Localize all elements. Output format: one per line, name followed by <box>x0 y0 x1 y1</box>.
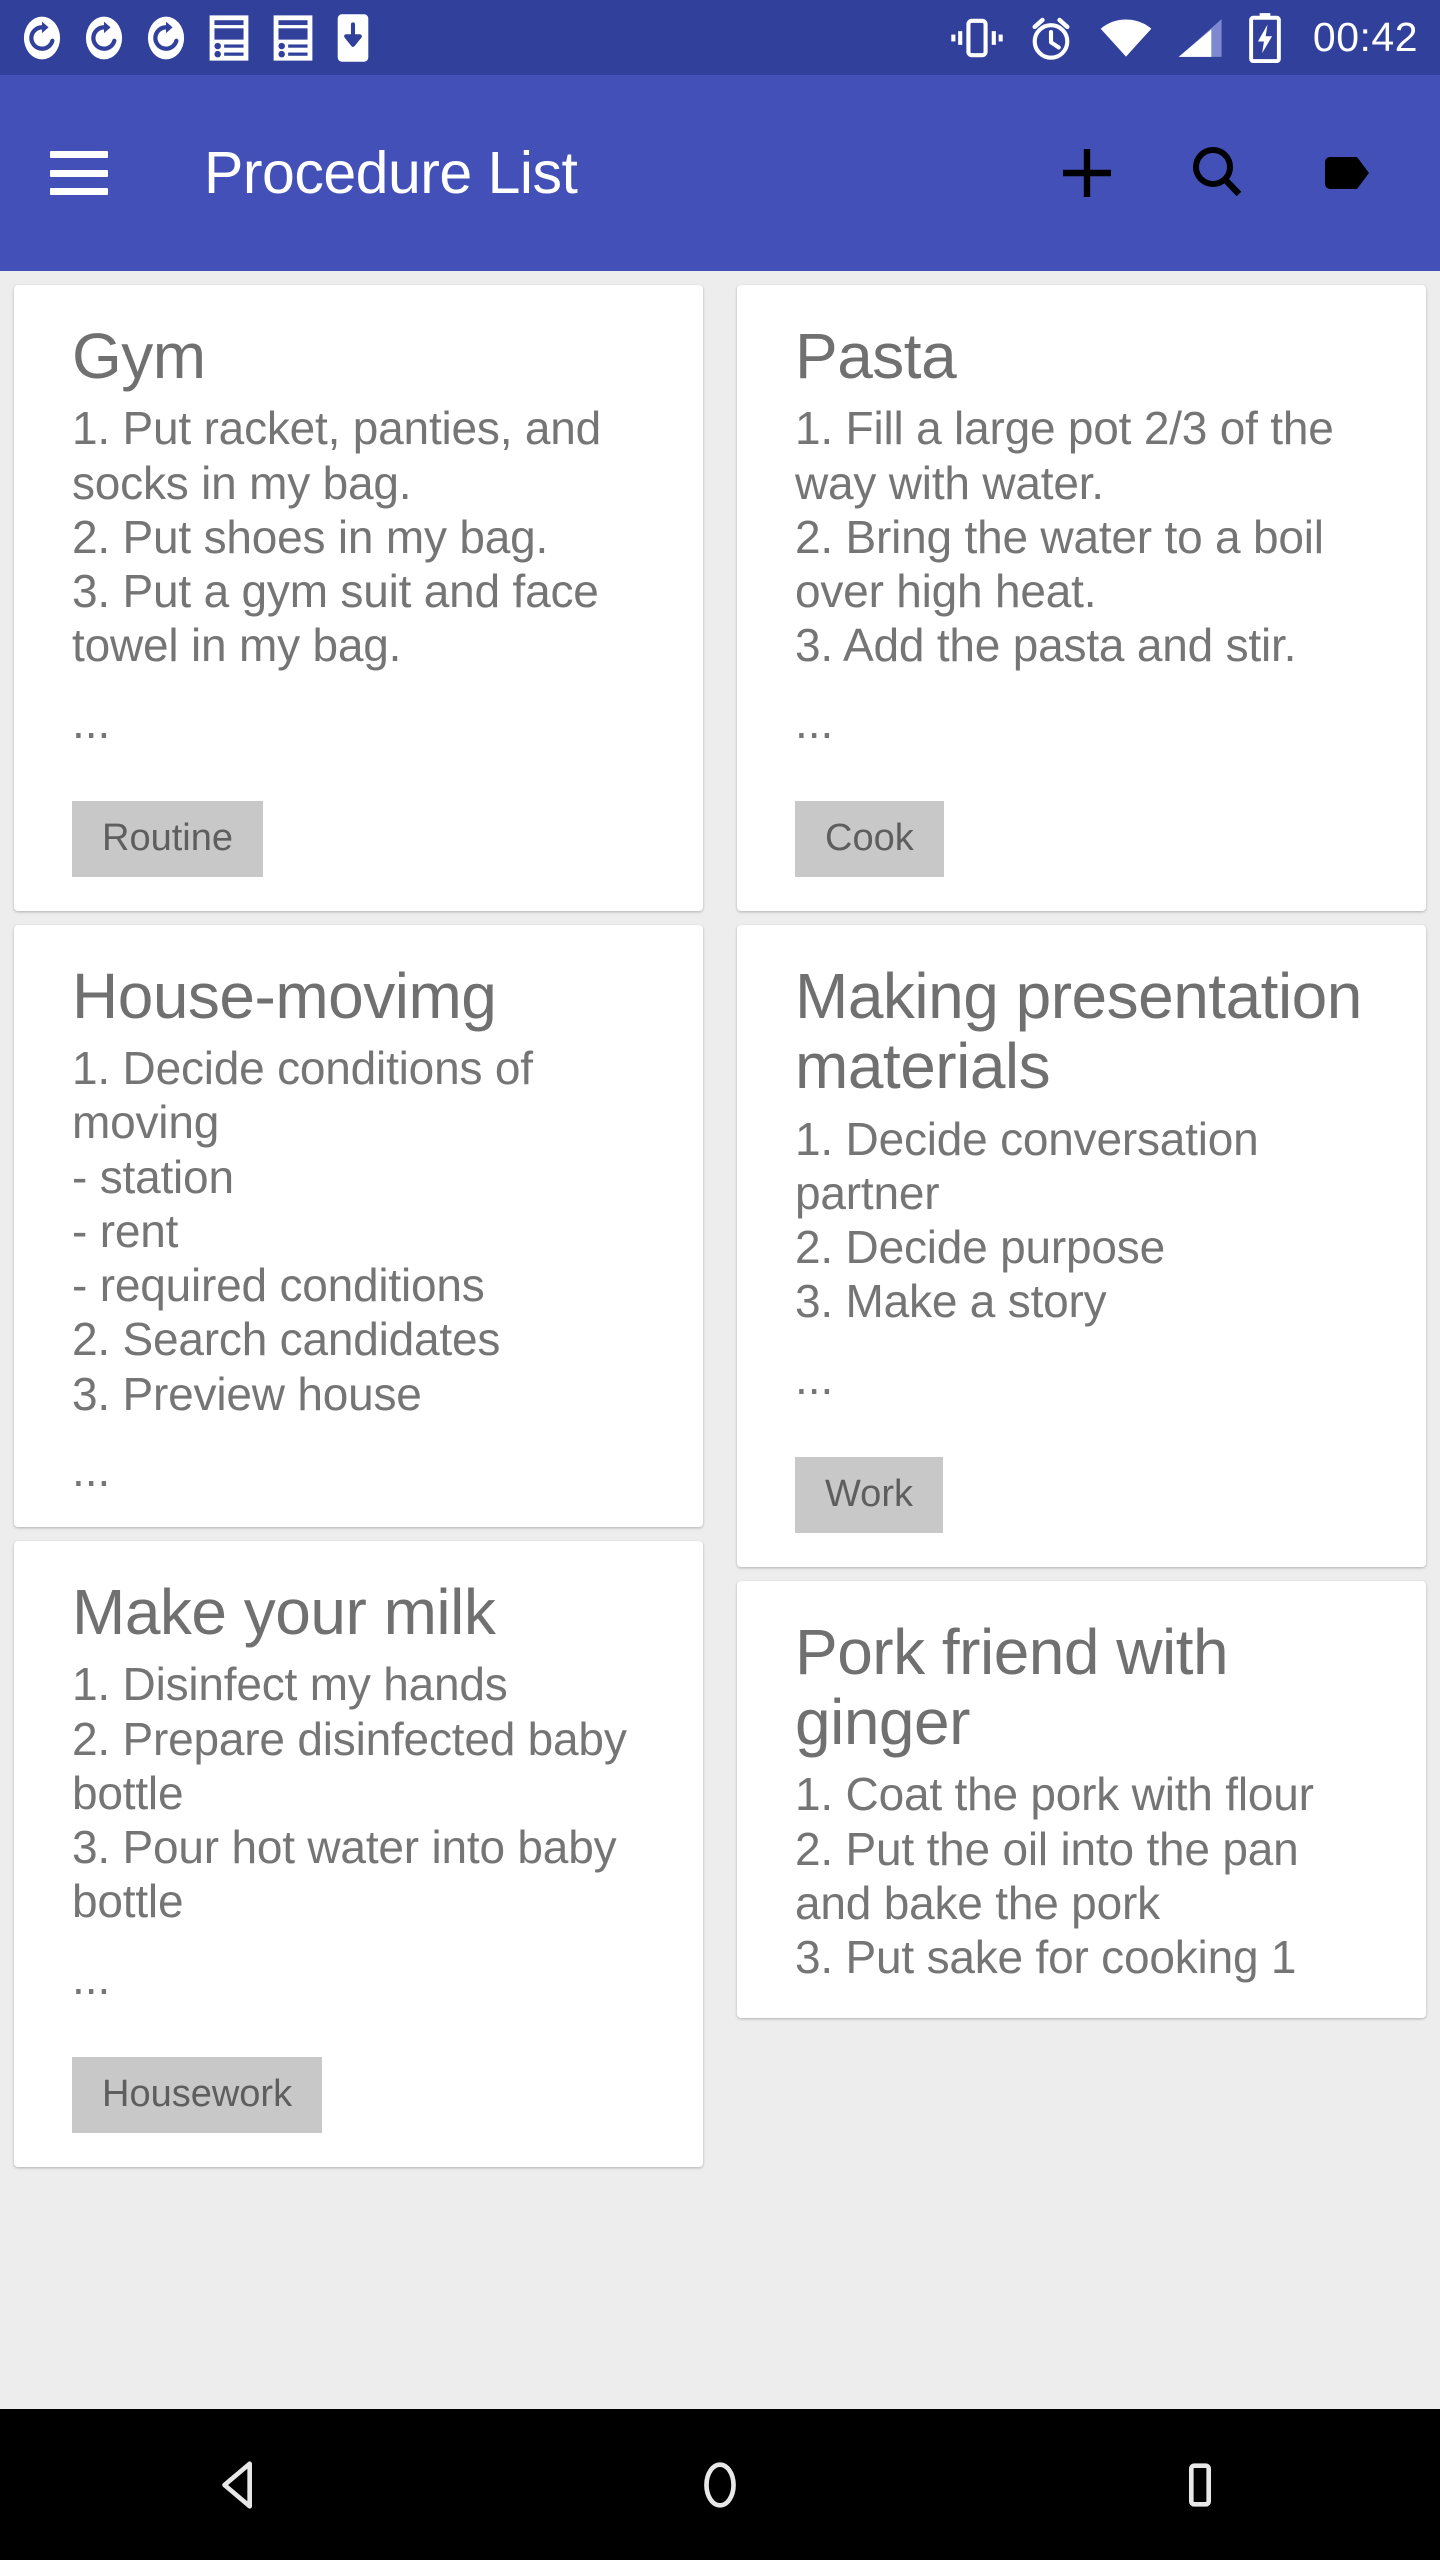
card-tag-row: Work <box>795 1456 1368 1533</box>
card-title: Make your milk <box>72 1575 496 1648</box>
app-bar: Procedure List <box>0 75 1440 271</box>
status-bar: 00:42 <box>0 0 1440 75</box>
alarm-clock-icon <box>1032 17 1070 60</box>
status-clock: 00:42 <box>1312 14 1418 60</box>
card-ellipsis: ... <box>72 1443 111 1496</box>
card-title: Gym <box>72 320 206 392</box>
card-steps: 1. Fill a large pot 2/3 of the way with … <box>795 402 1334 672</box>
nav-recents-button[interactable] <box>1100 2409 1300 2560</box>
card-ellipsis: ... <box>72 1951 111 2004</box>
status-notification-icons <box>22 12 370 64</box>
card-steps: 1. Coat the pork with flour 2. Put the o… <box>795 1768 1314 1984</box>
add-button[interactable] <box>1022 108 1152 238</box>
app-bar-actions <box>1022 108 1440 238</box>
tag-chip[interactable]: Routine <box>72 800 263 877</box>
download-to-device-icon <box>337 13 369 62</box>
tag-chip[interactable]: Work <box>795 1456 943 1533</box>
tag-chip[interactable]: Housework <box>72 2056 323 2133</box>
procedure-card[interactable]: Making presentation materials 1. Decide … <box>737 924 1426 1567</box>
tag-chip[interactable]: Cook <box>795 800 944 877</box>
hamburger-menu-icon[interactable] <box>50 151 108 195</box>
wifi-icon <box>1100 18 1152 57</box>
card-steps: 1. Decide conversation partner 2. Decide… <box>795 1112 1259 1328</box>
sync-icon <box>23 16 61 59</box>
card-steps: 1. Disinfect my hands 2. Prepare disinfe… <box>72 1658 627 1928</box>
tag-icon <box>1325 157 1369 189</box>
card-ellipsis: ... <box>795 695 834 748</box>
back-triangle-icon <box>222 2460 252 2509</box>
nav-back-button[interactable] <box>140 2409 340 2560</box>
card-ellipsis: ... <box>72 695 111 748</box>
procedure-list-grid[interactable]: Gym 1. Put racket, panties, and socks in… <box>0 271 1440 2409</box>
cell-signal-icon <box>1178 18 1222 57</box>
card-tag-row: Cook <box>795 800 1368 877</box>
card-steps: 1. Decide conditions of moving - station… <box>72 1042 533 1420</box>
battery-charging-icon <box>1249 12 1281 63</box>
article-icon <box>273 14 313 61</box>
article-icon <box>209 14 249 61</box>
card-title: Making presentation materials <box>795 959 1362 1103</box>
recents-square-icon <box>1188 2462 1212 2507</box>
sync-icon <box>85 16 123 59</box>
grid-column-right: Pasta 1. Fill a large pot 2/3 of the way… <box>725 271 1440 2032</box>
vibrate-icon <box>951 18 1003 57</box>
add-icon <box>1063 149 1111 197</box>
procedure-card[interactable]: Pasta 1. Fill a large pot 2/3 of the way… <box>737 285 1426 911</box>
home-circle-icon <box>704 2461 736 2508</box>
card-title: Pasta <box>795 320 957 392</box>
grid-column-left: Gym 1. Put racket, panties, and socks in… <box>0 271 715 2181</box>
card-tag-row: Routine <box>72 800 645 877</box>
card-ellipsis: ... <box>795 1351 834 1404</box>
card-tag-row: Housework <box>72 2056 645 2133</box>
procedure-card[interactable]: Gym 1. Put racket, panties, and socks in… <box>14 285 703 911</box>
card-title: Pork friend with ginger <box>795 1615 1229 1758</box>
page-title: Procedure List <box>204 140 578 206</box>
nav-home-button[interactable] <box>620 2409 820 2560</box>
procedure-card[interactable]: Make your milk 1. Disinfect my hands 2. … <box>14 1540 703 2167</box>
android-navigation-bar <box>0 2409 1440 2560</box>
procedure-card[interactable]: House-movimg 1. Decide conditions of mov… <box>14 924 703 1527</box>
search-button[interactable] <box>1152 108 1282 238</box>
procedure-card[interactable]: Pork friend with ginger 1. Coat the pork… <box>737 1580 1426 2019</box>
card-title: House-movimg <box>72 959 497 1032</box>
status-system-icons: 00:42 <box>951 12 1418 63</box>
tag-button[interactable] <box>1282 108 1412 238</box>
search-icon <box>1193 147 1242 197</box>
card-steps: 1. Put racket, panties, and socks in my … <box>72 402 602 672</box>
sync-icon <box>147 16 185 59</box>
